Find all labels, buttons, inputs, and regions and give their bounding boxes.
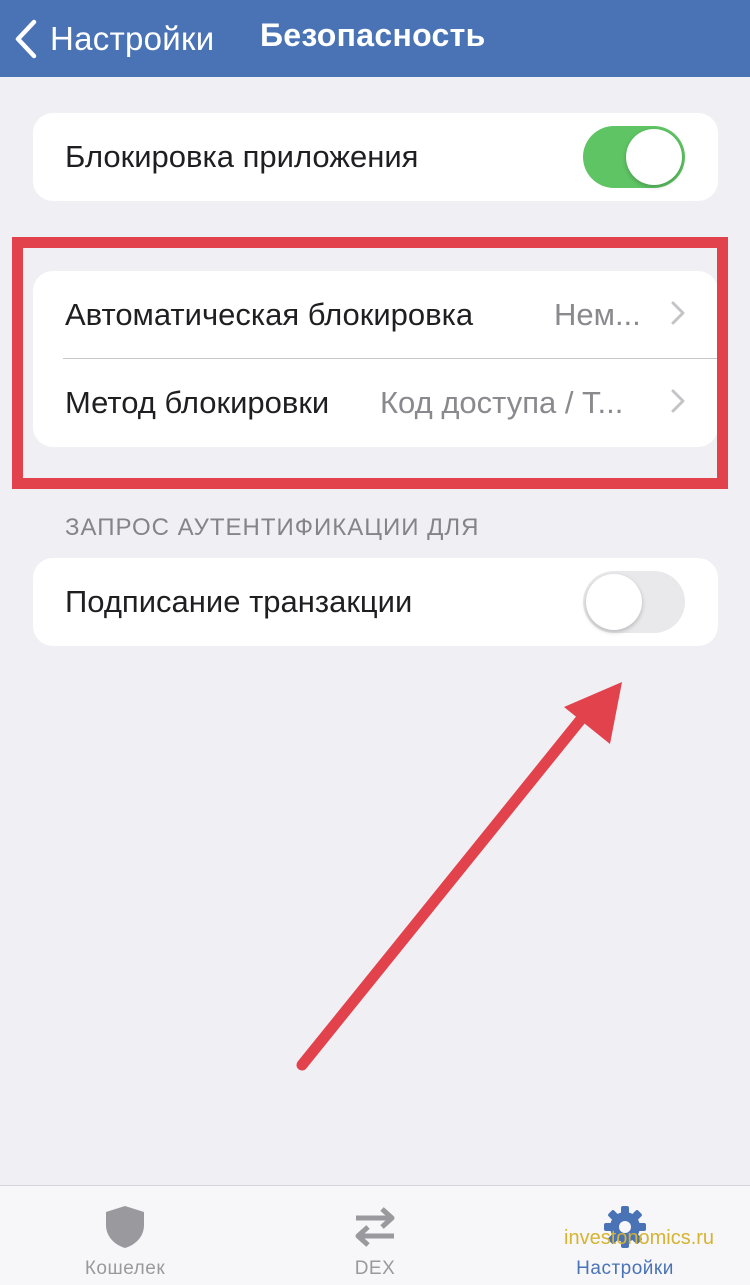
tab-settings-label: Настройки [576,1258,674,1279]
tab-dex-label: DEX [354,1258,396,1279]
annotation-arrow-icon [296,682,622,1071]
tab-wallet[interactable]: Кошелек [0,1186,250,1285]
tab-wallet-label: Кошелек [84,1258,166,1279]
swap-arrows-icon [352,1204,398,1255]
watermark: investonomics.ru [564,1227,715,1249]
tab-dex[interactable]: DEX [250,1186,500,1285]
shield-icon [103,1204,147,1255]
